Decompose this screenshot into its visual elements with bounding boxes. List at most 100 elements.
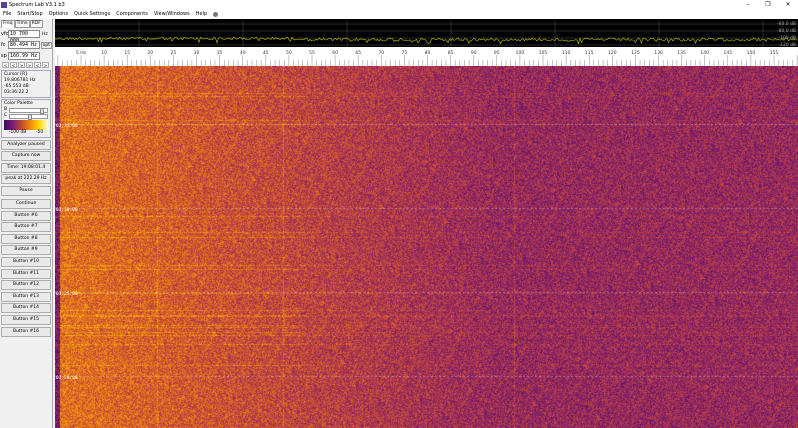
control-panel: Freq Time RDF vfo10 700 000Hz fc80.494 H… [0,19,53,428]
freq-label: 105 [539,50,548,56]
db-label: -60.0 dB [777,21,796,27]
palette-title: Color Palette [4,101,33,106]
menu-options[interactable]: Options [49,11,68,17]
freq-label: 10 [101,50,107,56]
freq-label: 65 [355,50,361,56]
time-label: 03:30:00 [56,208,78,213]
freq-label: 75 [402,50,408,56]
menu-help[interactable]: Help [196,11,207,17]
freq-label: 120 [608,50,617,56]
freq-label: 50 [286,50,292,56]
freq-label: 35 [217,50,223,56]
scroll-left-button[interactable]: < [2,62,9,68]
freq-label: 150 [747,50,756,56]
button-button-14[interactable]: Button #14 [1,303,51,314]
button-button-9[interactable]: Button #9 [1,245,51,256]
frequency-scale[interactable]: 5 Hz 10 15 20 25 30 35 40 45 50 55 60 65 70 75 80 85 90 95… [55,47,798,66]
vfo-label: vfo [1,31,9,37]
freq-label: 90 [471,50,477,56]
freq-label: 155 [770,50,779,56]
freq-label: 130 [654,50,663,56]
menu-file[interactable]: File [3,11,11,17]
vfo-unit: Hz [42,31,48,37]
button-button-15[interactable]: Button #15 [1,314,51,325]
brightness-slider[interactable] [9,108,48,114]
span-input[interactable]: 160.99 Hz [8,52,40,60]
tab-rdf[interactable]: RDF [29,20,43,28]
close-button[interactable]: ✕ [778,0,798,9]
minimize-button[interactable]: – [738,0,758,9]
button-button-13[interactable]: Button #13 [1,291,51,302]
button-button-10[interactable]: Button #10 [1,256,51,267]
button-analyzer-paused[interactable]: Analyzer paused [1,139,51,150]
freq-label: 140 [700,50,709,56]
freq-label: 45 [263,50,269,56]
freq-label: 85 [448,50,454,56]
window-title: Spectrum Lab V3.1 b3 [9,1,65,8]
db-label: -80.0 dB [777,28,796,34]
freq-label: 70 [378,50,384,56]
freq-label: 5 Hz [76,50,87,56]
freq-label: 95 [494,50,500,56]
freq-label: 135 [677,50,686,56]
tab-time[interactable]: Time [14,20,30,28]
freq-label: 100 [516,50,525,56]
tab-freq[interactable]: Freq [1,20,15,28]
menu-bar: File Start/Stop Options Quick Settings C… [0,9,798,19]
palette-max: -50 [35,130,44,135]
menu-start-stop[interactable]: Start/Stop [17,11,42,17]
app-logo-icon [1,1,7,8]
freq-label: 15 [124,50,130,56]
contrast-slider[interactable] [9,114,48,120]
fc-input[interactable]: 80.494 Hz [7,41,40,49]
menu-components[interactable]: Components [116,11,148,17]
freq-label: 110 [562,50,571,56]
color-gradient [4,120,48,130]
sp-label: sp [1,53,7,59]
time-label: 03:35:00 [56,124,78,129]
zoom-in-button[interactable]: > [42,62,49,68]
freq-label: 55 [309,50,315,56]
status-indicator-icon [213,11,219,17]
button-button-8[interactable]: Button #8 [1,233,51,244]
freq-label: 30 [194,50,200,56]
db-label: -100 dB [778,35,796,41]
freq-label: 25 [171,50,177,56]
button-button-12[interactable]: Button #12 [1,280,51,291]
freq-label: 125 [631,50,640,56]
scroll-right-fast-button[interactable]: > [26,62,33,68]
button-time-19-08-01-4[interactable]: Time: 19:08:01.4 [1,162,51,173]
scroll-right-button[interactable]: > [18,62,25,68]
contrast-label: C [4,113,8,118]
freq-label: 20 [147,50,153,56]
menu-view-windows[interactable]: View/Windows [154,11,190,17]
button-button-11[interactable]: Button #11 [1,268,51,279]
freq-label: 115 [585,50,594,56]
button-button-16[interactable]: Button #16 [1,326,51,337]
freq-label: 80 [425,50,431,56]
freq-label: 60 [332,50,338,56]
button-button-6[interactable]: Button #6 [1,210,51,221]
button-continue[interactable]: Continue [1,198,51,209]
button-pause[interactable]: Pause [1,185,51,196]
spectrum-graph[interactable]: -60.0 dB-80.0 dB-100 dB-120 dB [55,19,798,47]
time-label: 03:25:00 [56,292,78,297]
zoom-out-button[interactable]: < [34,62,41,68]
fc-label: fc [1,42,6,48]
maximize-button[interactable]: ❐ [758,0,778,9]
cursor-readout: Cursor [R] 19.806781 Hz -65.553 dB 03:36… [1,70,51,98]
title-bar: Spectrum Lab V3.1 b3 – ❐ ✕ [0,0,798,9]
cursor-time: 03:36:22.2 [4,90,29,95]
button-peak-at-222-29-hz[interactable]: peak at 222.29 Hz [1,174,51,185]
time-label: 03:20:00 [56,376,78,381]
opt-button[interactable]: opt [40,41,52,49]
waterfall-display[interactable] [55,66,798,428]
menu-quick-settings[interactable]: Quick Settings [74,11,110,17]
vfo-input[interactable]: 10 700 000 [8,30,40,44]
freq-label: 145 [724,50,733,56]
button-button-7[interactable]: Button #7 [1,222,51,233]
button-capture-now[interactable]: Capture now [1,151,51,162]
palette-min: -100 dB [8,130,27,135]
scroll-left-fast-button[interactable]: < [10,62,17,68]
color-palette: Color Palette B C -100 dB -50 [1,99,51,138]
